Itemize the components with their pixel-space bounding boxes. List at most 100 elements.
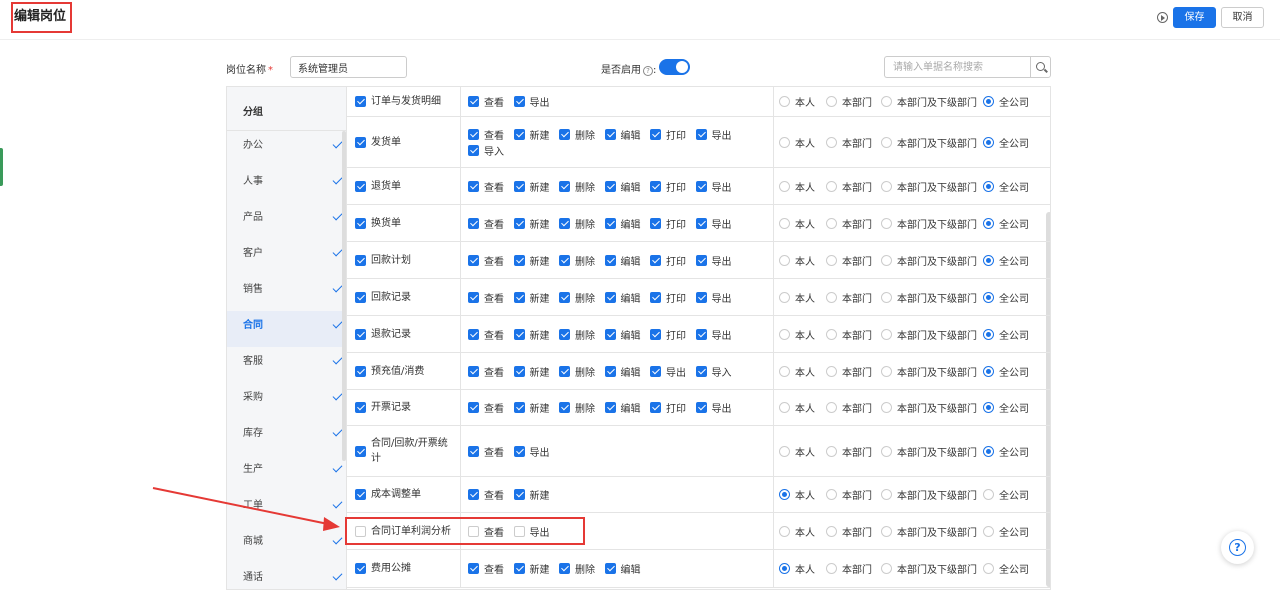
op-checkbox[interactable] xyxy=(468,563,479,574)
scope-radio-item[interactable]: 本部门 xyxy=(826,94,881,110)
op-checkbox[interactable] xyxy=(513,489,525,500)
scope-radio[interactable] xyxy=(881,136,892,148)
op-checkbox[interactable] xyxy=(695,365,707,377)
op-checkbox[interactable] xyxy=(468,128,479,140)
op-checkbox-item[interactable]: 新建 xyxy=(513,326,560,342)
op-checkbox[interactable] xyxy=(650,402,661,413)
op-checkbox-item[interactable]: 编辑 xyxy=(604,289,651,305)
search-icon[interactable] xyxy=(1030,56,1051,78)
scope-radio-item[interactable]: 本人 xyxy=(779,523,826,539)
save-button[interactable]: 保存 xyxy=(1173,7,1216,28)
op-checkbox-item[interactable]: 新建 xyxy=(513,487,560,503)
scope-radio-item[interactable]: 全公司 xyxy=(983,94,1043,110)
scope-radio-item[interactable]: 本人 xyxy=(779,252,826,268)
scope-radio-item[interactable]: 本部门及下级部门 xyxy=(881,523,983,539)
scope-radio[interactable] xyxy=(983,217,994,229)
scope-radio-item[interactable]: 本人 xyxy=(779,178,826,194)
op-checkbox[interactable] xyxy=(650,254,661,266)
op-checkbox[interactable] xyxy=(604,291,616,303)
op-checkbox-item[interactable]: 删除 xyxy=(559,215,605,231)
op-checkbox[interactable] xyxy=(604,254,616,266)
scope-radio-item[interactable]: 本部门 xyxy=(826,400,881,416)
op-checkbox[interactable] xyxy=(513,128,525,140)
op-checkbox-item[interactable]: 删除 xyxy=(559,289,605,305)
scope-radio-item[interactable]: 本部门 xyxy=(826,487,881,503)
op-checkbox-item[interactable]: 导出 xyxy=(513,443,560,459)
op-checkbox[interactable] xyxy=(604,328,616,340)
op-checkbox[interactable] xyxy=(513,445,525,457)
position-name-input[interactable] xyxy=(290,56,407,78)
scope-radio-item[interactable]: 本部门 xyxy=(826,523,881,539)
op-checkbox[interactable] xyxy=(695,217,707,229)
scope-radio-item[interactable]: 本部门及下级部门 xyxy=(881,289,983,305)
op-checkbox-item[interactable]: 新建 xyxy=(513,126,560,142)
group-item[interactable]: 工单 xyxy=(227,491,346,527)
scope-radio[interactable] xyxy=(881,328,892,340)
scope-radio-item[interactable]: 本部门及下级部门 xyxy=(881,561,983,577)
row-checkbox[interactable] xyxy=(355,136,366,148)
scope-radio-item[interactable]: 全公司 xyxy=(983,178,1043,194)
op-checkbox-item[interactable]: 新建 xyxy=(513,178,560,194)
scope-radio[interactable] xyxy=(779,254,790,266)
scope-radio[interactable] xyxy=(983,402,994,413)
op-checkbox-item[interactable]: 编辑 xyxy=(604,326,651,342)
op-checkbox[interactable] xyxy=(559,180,570,192)
scope-radio-item[interactable]: 本人 xyxy=(779,134,826,150)
op-checkbox[interactable] xyxy=(695,328,707,340)
scope-radio[interactable] xyxy=(779,217,790,229)
group-item[interactable]: 生产 xyxy=(227,455,346,491)
op-checkbox-item[interactable]: 查看 xyxy=(468,400,514,416)
op-checkbox-item[interactable]: 导入 xyxy=(695,363,742,379)
op-checkbox-item[interactable]: 导出 xyxy=(695,252,742,268)
op-checkbox[interactable] xyxy=(695,291,707,303)
op-checkbox-item[interactable]: 查看 xyxy=(468,94,514,110)
op-checkbox[interactable] xyxy=(650,328,661,340)
op-checkbox-item[interactable]: 查看 xyxy=(468,289,514,305)
op-checkbox[interactable] xyxy=(695,128,707,140)
op-checkbox-item[interactable]: 导出 xyxy=(695,326,742,342)
scope-radio-item[interactable]: 本人 xyxy=(779,289,826,305)
op-checkbox-item[interactable]: 导出 xyxy=(695,215,742,231)
row-checkbox[interactable] xyxy=(355,217,366,229)
scope-radio-item[interactable]: 本人 xyxy=(779,561,826,577)
scope-radio-item[interactable]: 全公司 xyxy=(983,134,1043,150)
op-checkbox[interactable] xyxy=(650,217,661,229)
scope-radio-item[interactable]: 全公司 xyxy=(983,523,1043,539)
scope-radio-item[interactable]: 本部门 xyxy=(826,178,881,194)
op-checkbox[interactable] xyxy=(604,217,616,229)
op-checkbox-item[interactable]: 查看 xyxy=(468,326,514,342)
scope-radio-item[interactable]: 全公司 xyxy=(983,561,1043,577)
op-checkbox[interactable] xyxy=(559,365,570,377)
op-checkbox-item[interactable]: 查看 xyxy=(468,487,514,503)
op-checkbox-item[interactable]: 导出 xyxy=(695,289,742,305)
op-checkbox-item[interactable]: 查看 xyxy=(468,252,514,268)
scope-radio-item[interactable]: 本人 xyxy=(779,487,826,503)
row-checkbox[interactable] xyxy=(355,445,366,457)
scope-radio-item[interactable]: 全公司 xyxy=(983,289,1043,305)
row-checkbox[interactable] xyxy=(355,180,366,192)
op-checkbox[interactable] xyxy=(604,563,616,574)
op-checkbox[interactable] xyxy=(559,328,570,340)
scope-radio[interactable] xyxy=(779,96,790,107)
scope-radio[interactable] xyxy=(983,180,994,192)
op-checkbox-item[interactable]: 查看 xyxy=(468,561,514,577)
group-scrollbar[interactable] xyxy=(342,131,346,461)
search-input[interactable] xyxy=(884,56,1030,78)
op-checkbox[interactable] xyxy=(468,489,479,500)
scope-radio-item[interactable]: 全公司 xyxy=(983,215,1043,231)
scope-radio[interactable] xyxy=(881,180,892,192)
scope-radio-item[interactable]: 本部门 xyxy=(826,443,881,459)
op-checkbox-item[interactable]: 查看 xyxy=(468,443,514,459)
scope-radio[interactable] xyxy=(779,136,790,148)
op-checkbox-item[interactable]: 删除 xyxy=(559,126,605,142)
scope-radio[interactable] xyxy=(983,563,994,574)
scope-radio-item[interactable]: 本部门 xyxy=(826,215,881,231)
op-checkbox-item[interactable]: 删除 xyxy=(559,178,605,194)
op-checkbox[interactable] xyxy=(695,254,707,266)
scope-radio[interactable] xyxy=(779,525,790,537)
op-checkbox[interactable] xyxy=(559,217,570,229)
op-checkbox-item[interactable]: 编辑 xyxy=(604,561,651,577)
scope-radio[interactable] xyxy=(826,489,837,500)
scope-radio-item[interactable]: 本部门及下级部门 xyxy=(881,326,983,342)
scope-radio[interactable] xyxy=(983,365,994,377)
